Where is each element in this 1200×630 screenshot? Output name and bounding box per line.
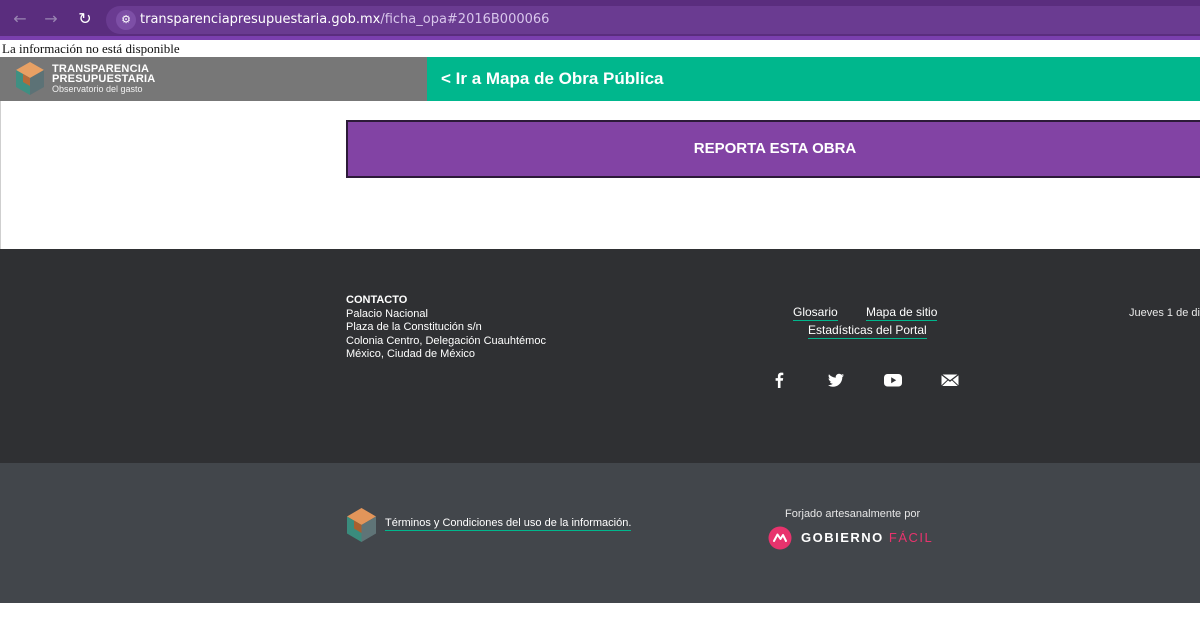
gf-wordmark-part2: FÁCIL: [888, 530, 934, 545]
gobierno-facil-logo-icon[interactable]: [768, 526, 792, 550]
map-link-bar: < Ir a Mapa de Obra Pública: [427, 57, 1200, 101]
facebook-icon[interactable]: [768, 369, 790, 391]
footer-bottom: Términos y Condiciones del uso de la inf…: [0, 463, 1200, 603]
report-work-button[interactable]: REPORTA ESTA OBRA: [346, 120, 1200, 178]
gf-wordmark-part1: GOBIERNO: [801, 530, 884, 545]
twitter-icon[interactable]: [825, 369, 847, 391]
portal-stats-link[interactable]: Estadísticas del Portal: [808, 323, 927, 339]
gobierno-facil-wordmark[interactable]: GOBIERNO FÁCIL: [801, 530, 933, 545]
url-text: transparenciapresupuestaria.gob.mx/ficha…: [140, 12, 549, 27]
mail-icon[interactable]: [939, 369, 961, 391]
reload-icon[interactable]: ↻: [74, 8, 96, 30]
logo-subtitle: Observatorio del gasto: [52, 84, 143, 94]
sitemap-link[interactable]: Mapa de sitio: [866, 305, 938, 321]
glossary-link[interactable]: Glosario: [793, 305, 838, 321]
contact-block: CONTACTO Palacio Nacional Plaza de la Co…: [346, 294, 546, 362]
transparencia-logo-icon: [16, 62, 44, 95]
contact-title: CONTACTO: [346, 294, 408, 306]
url-host: transparenciapresupuestaria.gob.mx: [140, 12, 381, 27]
site-info-icon[interactable]: ⚙: [116, 10, 136, 30]
map-link[interactable]: < Ir a Mapa de Obra Pública: [441, 69, 664, 89]
contact-line: Palacio Nacional: [346, 307, 428, 320]
contact-line: México, Ciudad de México: [346, 348, 476, 360]
contact-line: Colonia Centro, Delegación Cuauhtémoc: [346, 334, 546, 347]
divider: [0, 101, 1, 249]
back-arrow-icon[interactable]: ←: [9, 8, 31, 30]
unavailable-notice: La información no está disponible: [2, 41, 180, 56]
contact-line: Plaza de la Constitución s/n: [346, 321, 482, 333]
address-bar[interactable]: ⚙ transparenciapresupuestaria.gob.mx/fic…: [106, 6, 1200, 34]
browser-toolbar: ← → ↻ ⚙ transparenciapresupuestaria.gob.…: [0, 0, 1200, 40]
credits-text: Forjado artesanalmente por: [785, 508, 921, 520]
terms-link[interactable]: Términos y Condiciones del uso de la inf…: [385, 517, 632, 531]
site-logo[interactable]: TRANSPARENCIA PRESUPUESTARIA Observatori…: [0, 57, 427, 101]
toolbar-accent: [0, 36, 1200, 40]
youtube-icon[interactable]: [882, 369, 904, 391]
forward-arrow-icon[interactable]: →: [40, 8, 62, 30]
footer-main: CONTACTO Palacio Nacional Plaza de la Co…: [0, 249, 1200, 463]
url-path: /ficha_opa#2016B000066: [380, 12, 550, 27]
transparencia-cube-icon: [347, 508, 376, 542]
current-date: Jueves 1 de dic: [1129, 307, 1200, 319]
